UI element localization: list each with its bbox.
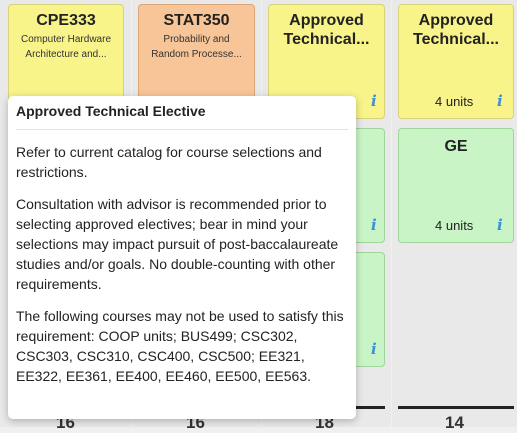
course-title: STAT350 xyxy=(163,12,230,29)
course-title: GE xyxy=(444,138,468,155)
units-label: 4 units xyxy=(435,218,474,233)
tooltip-paragraph: Refer to current catalog for course sele… xyxy=(16,144,322,180)
tooltip-heading: Approved Technical Elective xyxy=(16,103,348,130)
course-card-ge[interactable]: GE 4 units i xyxy=(398,128,514,243)
course-title: Approved Technical... xyxy=(413,12,499,48)
tooltip-paragraph: Consultation with advisor is recommended… xyxy=(16,196,339,292)
course-card-approved-technical-elective[interactable]: Approved Technical... 4 units i xyxy=(398,4,514,119)
term-total-divider xyxy=(398,406,514,409)
course-subtitle: Probability and Random Processe... xyxy=(151,34,242,60)
info-icon[interactable]: i xyxy=(497,92,503,110)
info-icon[interactable]: i xyxy=(497,216,503,234)
units-label: 4 units xyxy=(435,94,474,109)
course-title: Approved Technical... xyxy=(283,12,370,48)
info-icon[interactable]: i xyxy=(371,216,377,234)
term-total-units: 14 xyxy=(445,413,464,432)
course-info-tooltip: Approved Technical Elective Refer to cur… xyxy=(8,96,356,419)
course-subtitle: Computer Hardware Architecture and... xyxy=(20,34,112,60)
course-title: CPE333 xyxy=(36,12,96,29)
info-icon[interactable]: i xyxy=(371,92,377,110)
info-icon[interactable]: i xyxy=(371,340,377,358)
tooltip-paragraph: The following courses may not be used to… xyxy=(16,308,344,384)
term-column-4: Approved Technical... 4 units i GE 4 uni… xyxy=(392,0,517,427)
